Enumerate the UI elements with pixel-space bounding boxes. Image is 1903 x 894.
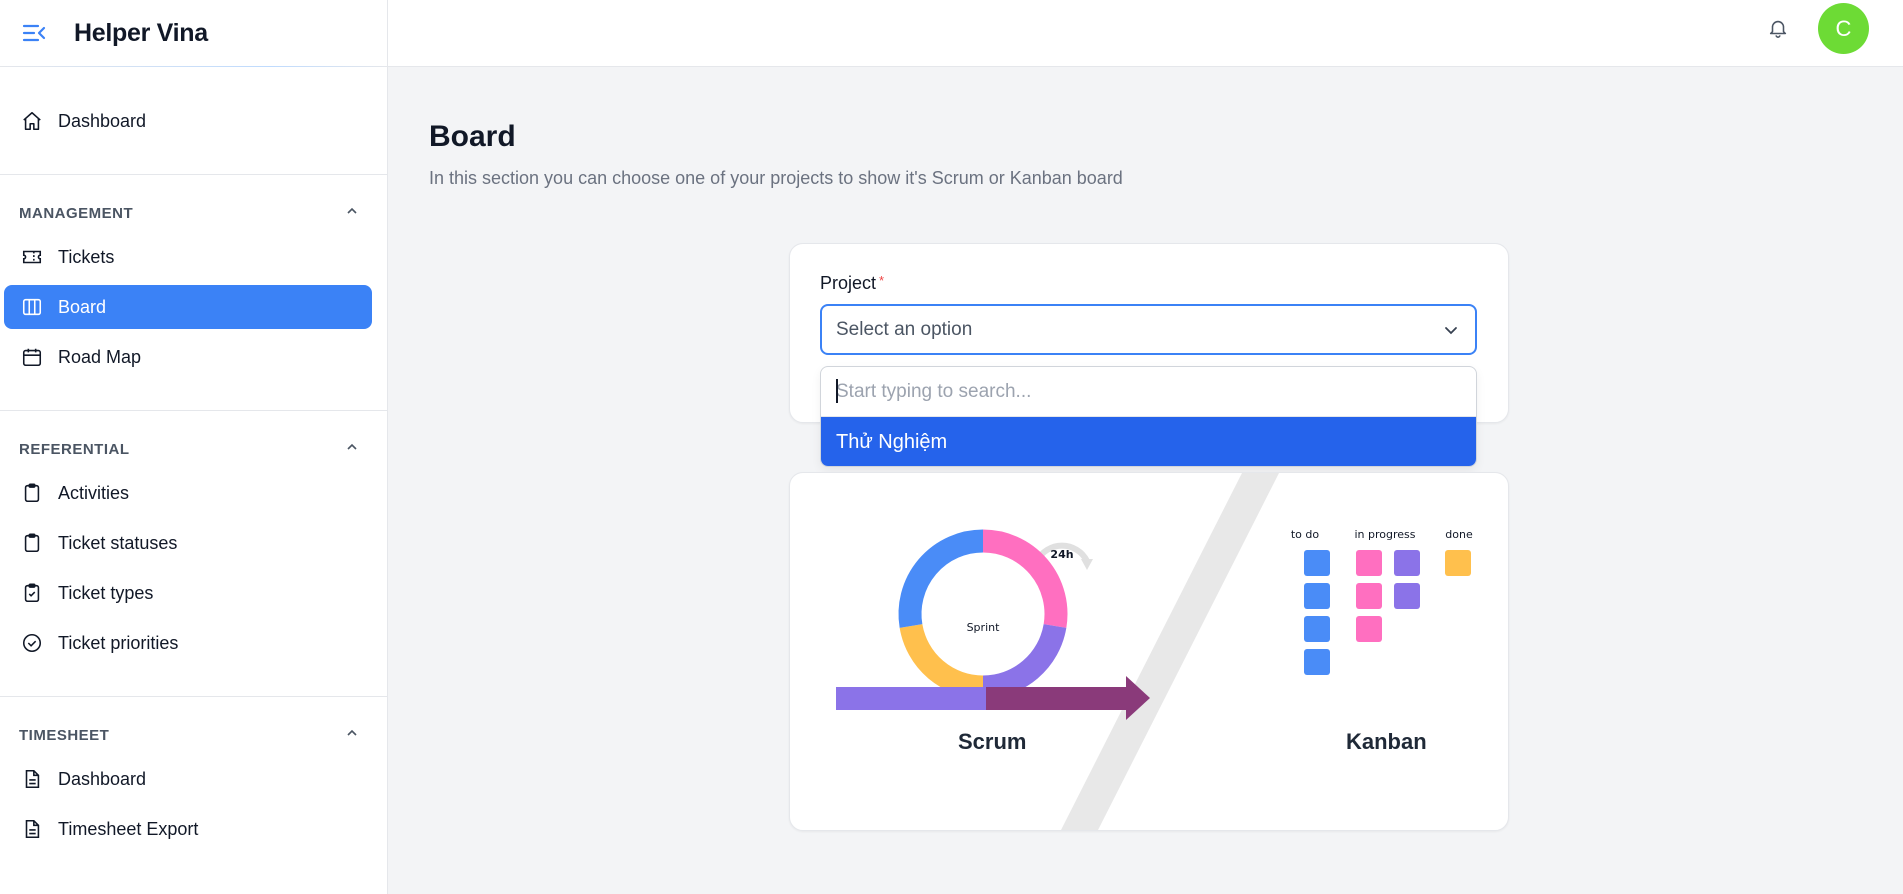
sidebar-item-label: Board (58, 296, 107, 317)
scrum-arrow-shaft (836, 687, 986, 710)
sprint-ring-blue (898, 529, 984, 628)
badge-check-icon (20, 631, 44, 655)
kanban-col-done: done (1445, 528, 1473, 541)
required-marker: * (879, 273, 885, 288)
kanban-card (1394, 583, 1420, 609)
ticket-icon (20, 245, 44, 269)
kanban-col-todo: to do (1291, 528, 1320, 541)
sidebar-item-activities[interactable]: Activities (4, 471, 372, 515)
sidebar-item-timesheet-export[interactable]: Timesheet Export (4, 807, 372, 851)
clipboard-icon (20, 481, 44, 505)
sprint-ring-yellow (899, 623, 984, 699)
sidebar-item-label: Ticket priorities (58, 632, 179, 653)
select-placeholder: Select an option (836, 318, 973, 340)
columns-icon (20, 295, 44, 319)
sidebar-item-label: Dashboard (58, 768, 147, 789)
kanban-card (1356, 550, 1382, 576)
dropdown-option[interactable]: Thử Nghiệm (821, 417, 1476, 466)
sidebar-item-label: Activities (58, 482, 130, 503)
kanban-card (1304, 649, 1330, 675)
clipboard-check-icon (20, 581, 44, 605)
chevron-up-icon[interactable] (345, 204, 359, 222)
sidebar-item-tickets[interactable]: Tickets (4, 235, 372, 279)
project-select[interactable]: Select an option (820, 304, 1477, 355)
sidebar-item-ticket-types[interactable]: Ticket types (4, 571, 372, 615)
sidebar-item-road-map[interactable]: Road Map (4, 335, 372, 379)
app-title: Helper Vina (74, 18, 208, 47)
kanban-card (1304, 550, 1330, 576)
home-icon (20, 109, 44, 133)
page-description: In this section you can choose one of yo… (429, 168, 1123, 188)
sidebar-divider (0, 696, 388, 697)
chevron-up-icon[interactable] (345, 726, 359, 744)
sidebar-item-label: Timesheet Export (58, 818, 199, 839)
kanban-card (1394, 550, 1420, 576)
notification-bell-icon[interactable] (1765, 15, 1791, 41)
sidebar-item-label: Ticket statuses (58, 532, 178, 553)
sidebar-item-ticket-statuses[interactable]: Ticket statuses (4, 521, 372, 565)
section-header-timesheet[interactable]: TIMESHEET (19, 726, 359, 744)
sidebar-item-label: Road Map (58, 346, 142, 367)
sidebar-item-ticket-priorities[interactable]: Ticket priorities (4, 621, 372, 665)
section-title: TIMESHEET (19, 726, 110, 744)
section-title: MANAGEMENT (19, 204, 134, 222)
scrum-label: Scrum (958, 729, 1027, 754)
project-label-text: Project (820, 273, 877, 293)
avatar[interactable]: C (1818, 3, 1869, 54)
page-title: Board (429, 120, 516, 153)
section-title: REFERENTIAL (19, 440, 130, 458)
brand-bar: Helper Vina (0, 0, 387, 67)
kanban-card (1356, 583, 1382, 609)
project-field-label: Project * (820, 273, 884, 294)
kanban-card (1356, 616, 1382, 642)
sprint-ring-purple (982, 623, 1067, 699)
kanban-card (1304, 616, 1330, 642)
sidebar-item-label: Tickets (58, 246, 115, 267)
sidebar: Helper Vina Dashboard MANAGEMENT Tickets… (0, 0, 388, 894)
calendar-icon (20, 345, 44, 369)
section-header-management[interactable]: MANAGEMENT (19, 204, 359, 222)
cycle-label: 24h (1050, 548, 1073, 561)
top-bar: C (388, 0, 1903, 67)
section-header-referential[interactable]: REFERENTIAL (19, 440, 359, 458)
divider-slash (1061, 473, 1279, 830)
dropdown-search-input[interactable]: Start typing to search... (821, 367, 1476, 417)
sprint-label: Sprint (967, 621, 1001, 634)
clipboard-icon (20, 531, 44, 555)
board-illustration-card: 24h Sprint to do in progress done Scrum … (789, 472, 1509, 831)
chevron-down-icon (1441, 320, 1461, 340)
chevron-up-icon[interactable] (345, 440, 359, 458)
text-caret (836, 379, 838, 403)
document-icon (20, 767, 44, 791)
sidebar-item-dashboard[interactable]: Dashboard (4, 99, 372, 143)
project-dropdown: Start typing to search... Thử Nghiệm (820, 366, 1477, 467)
kanban-label: Kanban (1346, 729, 1427, 754)
scrum-arrow-tail (986, 687, 1126, 710)
kanban-card (1304, 583, 1330, 609)
sidebar-divider (0, 174, 388, 175)
sidebar-item-board[interactable]: Board (4, 285, 372, 329)
cycle-arrowhead (1081, 559, 1093, 570)
sidebar-item-timesheet-dashboard[interactable]: Dashboard (4, 757, 372, 801)
sidebar-item-label: Dashboard (58, 110, 147, 131)
sidebar-divider (0, 410, 388, 411)
kanban-col-inprogress: in progress (1354, 528, 1415, 541)
document-icon (20, 817, 44, 841)
kanban-card (1445, 550, 1471, 576)
search-placeholder: Start typing to search... (836, 380, 1032, 402)
collapse-menu-icon[interactable] (22, 21, 46, 45)
scrum-kanban-illustration: 24h Sprint to do in progress done (836, 473, 1473, 830)
kanban-cards (1304, 550, 1471, 675)
sidebar-item-label: Ticket types (58, 582, 154, 603)
